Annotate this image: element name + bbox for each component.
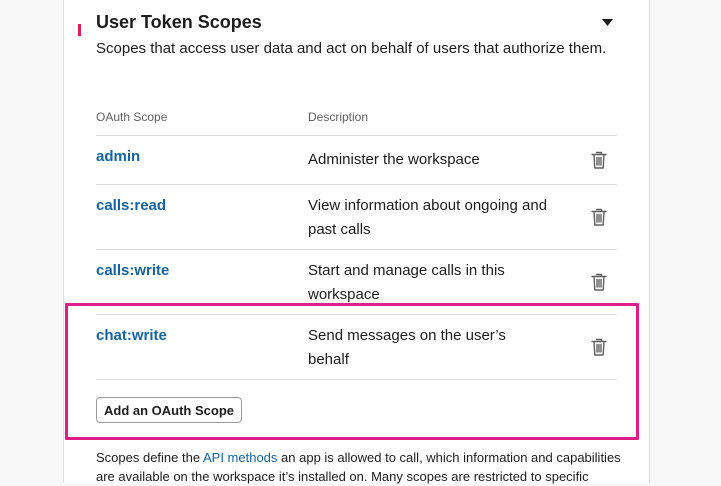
scopes-footer-note: Scopes define the API methods an app is … [96,448,631,486]
remove-scope-calls-write-button[interactable] [589,271,609,293]
caret-down-icon [602,19,613,26]
section-title: User Token Scopes [96,12,262,32]
row-divider [96,184,617,185]
footer-text-before: Scopes define the [96,450,203,465]
scope-link-calls-read[interactable]: calls:read [96,197,166,214]
trash-icon [591,151,607,169]
row-divider [96,135,617,136]
collapse-toggle[interactable] [597,12,619,34]
scope-link-calls-write[interactable]: calls:write [96,262,169,279]
highlight-annotation [65,303,639,440]
column-header-scope: OAuth Scope [96,110,168,124]
row-divider [96,249,617,250]
section-accent-mark [78,24,81,36]
scope-description: View information about ongoing and past … [308,197,548,238]
scope-link-admin[interactable]: admin [96,148,140,165]
column-header-description: Description [308,110,369,124]
scope-description: Administer the workspace [308,151,480,168]
remove-scope-calls-read-button[interactable] [589,206,609,228]
trash-icon [591,273,607,291]
api-methods-link[interactable]: API methods [203,450,277,465]
remove-scope-admin-button[interactable] [589,149,609,171]
trash-icon [591,208,607,226]
section-subtitle: Scopes that access user data and act on … [96,40,607,57]
scope-description: Start and manage calls in this workspace [308,262,505,303]
